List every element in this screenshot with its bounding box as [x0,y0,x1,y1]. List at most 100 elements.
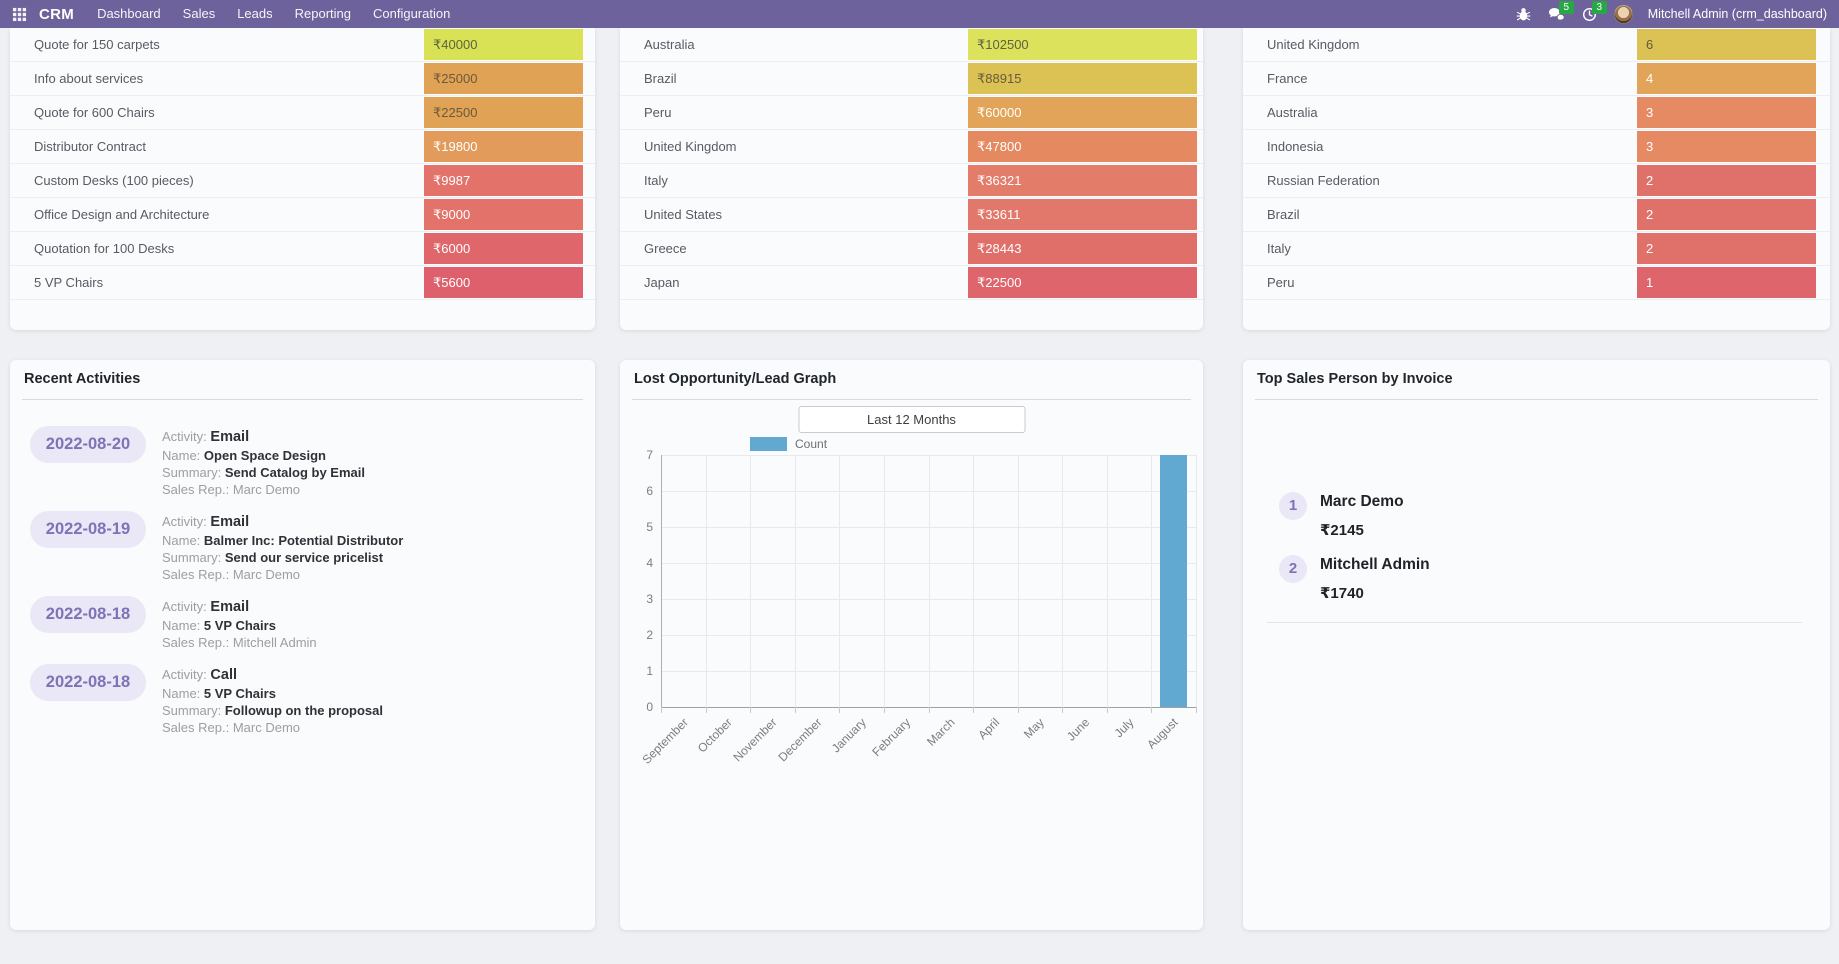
table-row[interactable]: Quote for 600 Chairs ₹22500 [10,96,595,130]
nav-menu: Dashboard Sales Leads Reporting Configuratio… [86,0,461,28]
chart-legend[interactable]: Count [750,437,827,451]
table-row[interactable]: Brazil 2 [1243,198,1830,232]
rank-badge: 2 [1279,555,1307,583]
table-row[interactable]: Distributor Contract ₹19800 [10,130,595,164]
table-row[interactable]: Custom Desks (100 pieces) ₹9987 [10,164,595,198]
activity-line: Sales Rep.: Marc Demo [162,566,403,583]
activity-line: Sales Rep.: Marc Demo [162,719,383,736]
activity-line: Name: Open Space Design [162,447,365,464]
table-row[interactable]: Japan ₹22500 [620,266,1203,300]
row-label: Australia [1267,105,1318,120]
table-row[interactable]: Office Design and Architecture ₹9000 [10,198,595,232]
x-axis-tick [1017,707,1019,713]
time-range-filter[interactable]: Last 12 Months [798,406,1025,433]
nav-item-leads[interactable]: Leads [226,0,283,28]
messages-count-badge: 5 [1558,1,1574,14]
activity-field-value: Email [210,514,250,530]
table-row[interactable]: Italy ₹36321 [620,164,1203,198]
table-row[interactable]: Quote for 150 carpets ₹40000 [10,28,595,62]
row-value: 2 [1637,199,1816,230]
table-row[interactable]: France 4 [1243,62,1830,96]
card-revenue-by-country: Australia ₹102500 Brazil ₹88915 Peru ₹60000 Un… [620,28,1203,330]
activities-clock-icon[interactable]: 3 [1581,1,1607,22]
x-axis-label: December [775,715,825,765]
activity-field-value: Open Space Design [203,448,326,463]
activity-field-label: Name: [162,533,204,548]
x-axis-label: June [1063,715,1092,744]
table-row[interactable]: Russian Federation 2 [1243,164,1830,198]
legend-count-label: Count [795,437,828,451]
activity-field-label: Name: [162,448,204,463]
gridline-vertical [1151,455,1153,707]
row-label: Peru [644,105,672,120]
row-value: ₹102500 [968,29,1197,60]
table-row[interactable]: Australia ₹102500 [620,28,1203,62]
table-row[interactable]: Brazil ₹88915 [620,62,1203,96]
x-axis-label: August [1144,715,1181,752]
row-label: 5 VP Chairs [34,275,104,290]
y-axis-tick-label: 1 [646,664,653,678]
gridline-vertical [1017,455,1019,707]
chart-plot: 0 1 2 3 4 5 6 7 September October November December… [639,448,1197,767]
activity-field-value: Send Catalog by Email [224,465,365,480]
activity-line: Sales Rep.: Marc Demo [162,481,365,498]
activity-date-badge: 2022-08-18 [30,596,146,633]
activity-field-label: Sales Rep.: [162,567,233,582]
nav-item-sales[interactable]: Sales [172,0,227,28]
debug-bug-icon[interactable] [1515,6,1533,22]
table-row[interactable]: Indonesia 3 [1243,130,1830,164]
messages-icon[interactable]: 5 [1548,1,1574,22]
navbar-right-cluster: 5 3 Mitchell Admin (crm_dashboard) [1515,1,1829,24]
x-axis-label: February [869,715,914,760]
row-value: ₹36321 [968,165,1197,196]
list-divider [1267,622,1802,623]
table-row[interactable]: Greece ₹28443 [620,232,1203,266]
activity-field-label: Summary: [162,550,225,565]
app-name[interactable]: CRM [39,6,74,23]
table-row[interactable]: Peru ₹60000 [620,96,1203,130]
table-row[interactable]: United States ₹33611 [620,198,1203,232]
activity-field-value: Call [210,667,237,683]
row-label: Indonesia [1267,139,1324,154]
gridline-vertical [839,455,841,707]
nav-item-reporting[interactable]: Reporting [284,0,362,28]
activity-field-value: Send our service pricelist [224,550,384,565]
activity-line: Activity: Call [162,665,383,685]
apps-grid-icon[interactable] [12,7,27,22]
table-row[interactable]: United Kingdom ₹47800 [620,130,1203,164]
activity-field-label: Sales Rep.: [162,720,233,735]
table-row[interactable]: Quotation for 100 Desks ₹6000 [10,232,595,266]
table-row[interactable]: United Kingdom 6 [1243,28,1830,62]
user-avatar[interactable] [1613,4,1633,24]
nav-item-configuration[interactable]: Configuration [362,0,461,28]
row-label: Italy [644,173,668,188]
legend-count-swatch [750,437,787,451]
activity-line: Summary: Followup on the proposal [162,702,383,719]
row-label: Brazil [1267,207,1300,222]
row-value: ₹19800 [424,131,583,162]
activity-line: Activity: Email [162,512,403,532]
user-menu[interactable]: Mitchell Admin (crm_dashboard) [1648,7,1827,21]
chart-bar-august[interactable] [1160,455,1188,707]
row-label: France [1267,71,1308,86]
row-label: Russian Federation [1267,173,1380,188]
activity-details: Activity: Email Name: 5 VP Chairs Sales Re… [162,596,317,651]
table-row[interactable]: Australia 3 [1243,96,1830,130]
table-row[interactable]: Peru 1 [1243,266,1830,300]
activity-field-value: Balmer Inc: Potential Distributor [203,533,404,548]
row-value: ₹47800 [968,131,1197,162]
table-row[interactable]: 5 VP Chairs ₹5600 [10,266,595,300]
activity-field-value: Mitchell Admin [232,635,317,650]
sales-person-item[interactable]: 1 Marc Demo ₹2145 [1279,492,1816,539]
gridline-vertical [883,455,885,707]
nav-item-dashboard[interactable]: Dashboard [86,0,172,28]
activity-line: Name: 5 VP Chairs [162,685,383,702]
row-value: ₹22500 [424,97,583,128]
top-navbar: CRM Dashboard Sales Leads Reporting Configur… [0,0,1839,28]
sales-person-item[interactable]: 2 Mitchell Admin ₹1740 [1279,555,1816,602]
table-row[interactable]: Italy 2 [1243,232,1830,266]
table-row[interactable]: Info about services ₹25000 [10,62,595,96]
activity-field-label: Name: [162,686,204,701]
x-axis-tick [973,707,975,713]
row-label: Info about services [34,71,144,86]
